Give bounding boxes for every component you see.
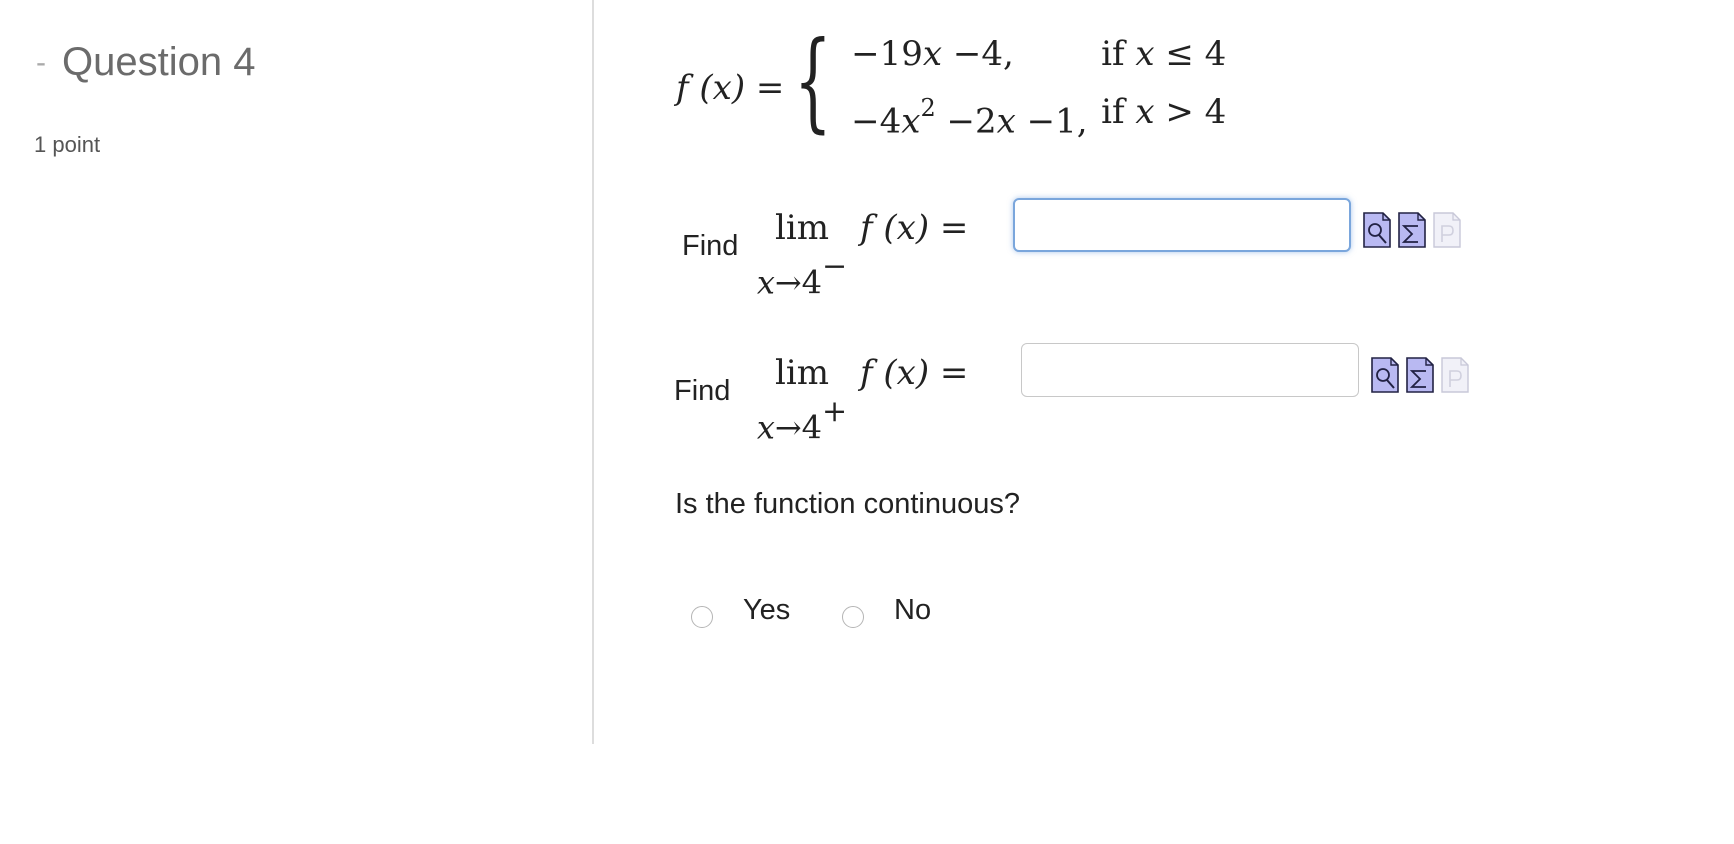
lim-operator: lim — [775, 208, 829, 248]
piecewise-definition: f (x) = { −19x −4, if x ≤ 4 −4x2 −2x −1,… — [676, 28, 1226, 142]
left-limit-answer-input[interactable] — [1013, 198, 1351, 252]
left-limit-row: Find lim x→4− f (x) = — [0, 198, 1734, 302]
lim-operator: lim — [775, 353, 829, 393]
question-points: 1 point — [34, 132, 101, 157]
case-2-condition: if x > 4 — [1101, 92, 1227, 133]
radio-no-label[interactable]: No — [894, 594, 931, 627]
formula-icon-disabled — [1441, 357, 1469, 393]
case-1-expression: −19x −4, — [851, 34, 1014, 75]
left-limit-tools — [1363, 212, 1461, 248]
radio-option-yes[interactable]: Yes — [691, 592, 790, 628]
case-2-expression: −4x2 −2x −1, — [851, 94, 1088, 142]
radio-yes-label[interactable]: Yes — [743, 594, 790, 627]
limit-function: f (x) = — [860, 208, 969, 248]
collapse-toggle[interactable]: - — [36, 47, 46, 78]
right-limit-row: Find lim x→4+ f (x) = — [0, 343, 1734, 447]
limit-expression: lim x→4− — [747, 202, 857, 302]
right-limit-answer-input[interactable] — [1021, 343, 1359, 397]
limit-expression: lim x→4+ — [747, 347, 857, 447]
find-label: Find — [674, 375, 731, 407]
right-limit-tools — [1371, 357, 1469, 393]
continuity-question: Is the function continuous? — [675, 488, 1021, 520]
function-lhs: f (x) = — [676, 68, 784, 108]
preview-icon[interactable] — [1371, 357, 1399, 393]
radio-option-no[interactable]: No — [842, 592, 931, 628]
equation-editor-icon[interactable] — [1406, 357, 1434, 393]
preview-icon[interactable] — [1363, 212, 1391, 248]
question-header: - Question 4 — [36, 40, 255, 85]
formula-icon-disabled — [1433, 212, 1461, 248]
case-brace: { — [794, 19, 833, 144]
page: - Question 4 1 point f (x) = { −19x −4, … — [0, 0, 1734, 844]
limit-subscript: x→4− — [756, 249, 848, 302]
case-1-condition: if x ≤ 4 — [1101, 34, 1227, 75]
radio-no[interactable] — [842, 606, 864, 628]
function-lhs-text: f (x) = — [676, 68, 785, 108]
find-label: Find — [682, 230, 739, 262]
equation-editor-icon[interactable] — [1398, 212, 1426, 248]
radio-yes[interactable] — [691, 606, 713, 628]
cases-table: −19x −4, if x ≤ 4 −4x2 −2x −1, if x > 4 — [851, 31, 1226, 144]
question-title: Question 4 — [62, 40, 256, 84]
limit-subscript: x→4+ — [756, 394, 848, 447]
limit-function: f (x) = — [860, 353, 969, 393]
